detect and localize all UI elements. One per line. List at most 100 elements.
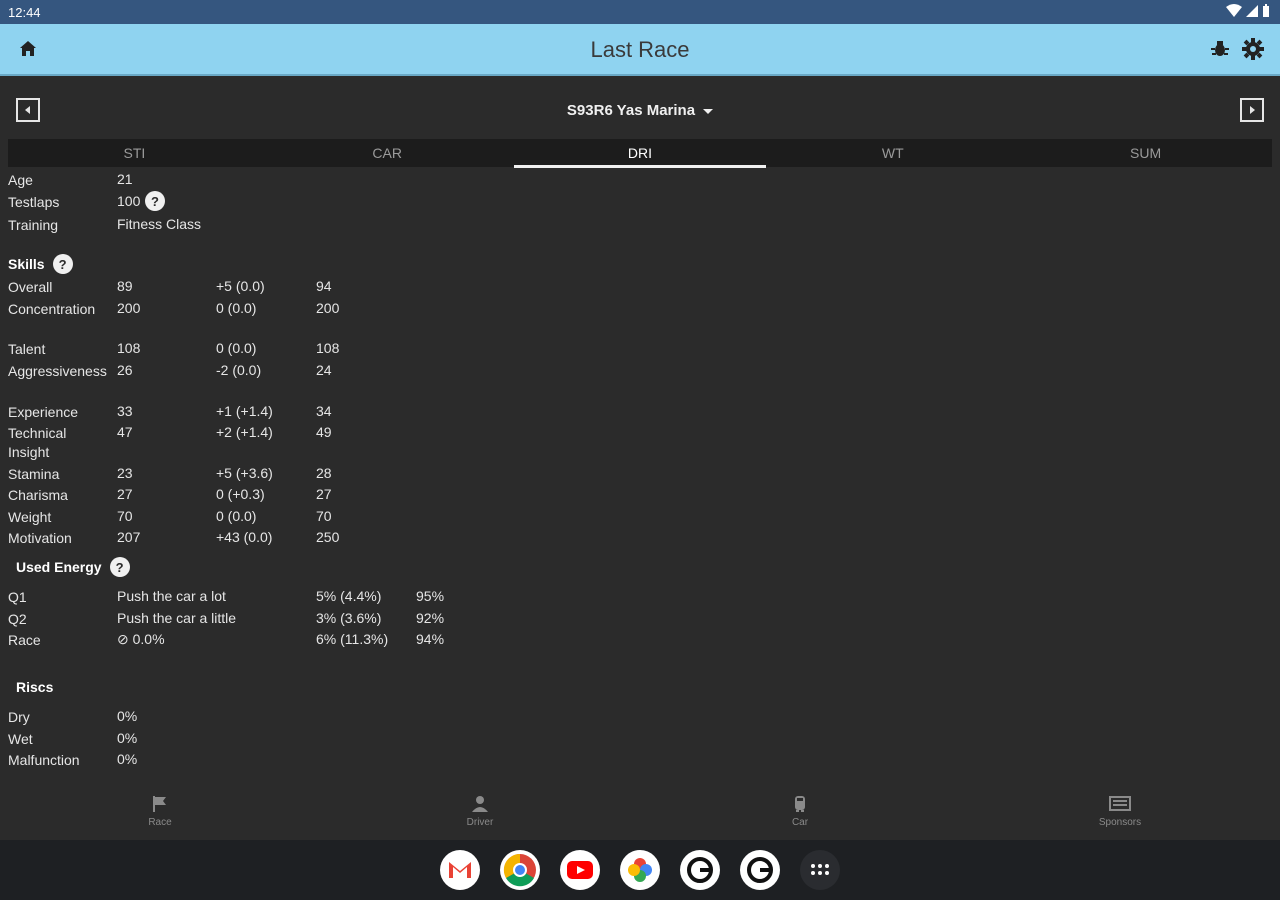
gmail-app-icon[interactable] [440, 850, 480, 890]
tab-bar: STI CAR DRI WT SUM [8, 139, 1272, 168]
nav-driver[interactable]: Driver [440, 794, 520, 828]
energy-mode: Push the car a little [117, 610, 237, 626]
skill-start: 207 [117, 529, 141, 545]
energy-left: 95% [416, 588, 445, 604]
nav-race-label: Race [148, 817, 172, 828]
skill-change: +5 (0.0) [216, 278, 265, 294]
arrow-right-icon [1250, 106, 1255, 114]
risk-label: Wet [8, 731, 33, 747]
energy-help-icon[interactable]: ? [109, 557, 130, 577]
testlaps-help-icon[interactable]: ? [145, 191, 165, 211]
nav-sponsors[interactable]: Sponsors [1080, 794, 1160, 828]
skill-label: Overall [8, 279, 53, 295]
energy-mode: Push the car a lot [117, 588, 226, 604]
skill-start: 33 [117, 403, 133, 419]
skill-change: +1 (+1.4) [216, 403, 273, 419]
app-bar: Last Race [0, 24, 1280, 76]
signal-icon [1246, 5, 1258, 17]
tab-sti[interactable]: STI [8, 139, 261, 167]
skill-end: 200 [316, 300, 340, 316]
skill-end: 27 [316, 486, 332, 502]
nav-race[interactable]: Race [120, 794, 200, 828]
status-time: 12:44 [8, 5, 41, 20]
app-drawer-button[interactable] [800, 850, 840, 890]
bug-icon[interactable] [1210, 39, 1230, 59]
billboard-icon [1109, 796, 1131, 811]
skill-change: 0 (0.0) [216, 508, 257, 524]
energy-label: Race [8, 632, 41, 648]
skill-start: 200 [117, 300, 141, 316]
skill-change: -2 (0.0) [216, 362, 262, 378]
bottom-navigation: Race Driver Car Sponsors [0, 780, 1280, 840]
info-label: Testlaps [8, 194, 60, 210]
risk-value: 0% [117, 708, 138, 724]
energy-label: Q2 [8, 611, 27, 627]
skill-label: Weight [8, 509, 52, 525]
system-dock [0, 840, 1280, 900]
energy-title: Used Energy [16, 559, 102, 575]
tab-car[interactable]: CAR [261, 139, 514, 167]
skill-start: 70 [117, 508, 133, 524]
gear-icon[interactable] [1242, 38, 1264, 60]
person-icon [472, 796, 488, 812]
skills-help-icon[interactable]: ? [52, 254, 73, 274]
game-app-icon-2[interactable] [740, 850, 780, 890]
skill-end: 250 [316, 529, 340, 545]
skill-label: Concentration [8, 301, 96, 317]
skill-start: 89 [117, 278, 133, 294]
skill-label: Stamina [8, 466, 60, 482]
tab-sum[interactable]: SUM [1019, 139, 1272, 167]
skill-end: 49 [316, 424, 332, 440]
skill-label: Technical Insight [8, 425, 67, 460]
game-app-icon[interactable] [680, 850, 720, 890]
skill-end: 24 [316, 362, 332, 378]
race-selector[interactable]: S93R6 Yas Marina [0, 102, 1280, 119]
play-icon [567, 861, 593, 879]
chrome-app-icon[interactable] [500, 850, 540, 890]
info-value: Fitness Class [117, 216, 202, 232]
skill-start: 23 [117, 465, 133, 481]
skill-label: Motivation [8, 530, 72, 546]
pinwheel-icon [628, 858, 652, 882]
mail-icon [449, 862, 471, 878]
skill-label: Talent [8, 341, 46, 357]
flag-icon [153, 796, 166, 812]
skill-start: 47 [117, 424, 133, 440]
skill-change: 0 (0.0) [216, 300, 257, 316]
youtube-app-icon[interactable] [560, 850, 600, 890]
nav-car[interactable]: Car [760, 794, 840, 828]
skill-start: 27 [117, 486, 133, 502]
skills-heading: Skills ? [8, 254, 73, 274]
risk-label: Malfunction [8, 752, 80, 768]
nav-driver-label: Driver [466, 817, 494, 828]
skill-end: 28 [316, 465, 332, 481]
info-label: Age [8, 172, 33, 188]
next-race-button[interactable] [1240, 98, 1264, 122]
tab-wt[interactable]: WT [766, 139, 1019, 167]
photos-app-icon[interactable] [620, 850, 660, 890]
energy-used: 5% (4.4%) [316, 588, 382, 604]
tab-dri[interactable]: DRI [513, 139, 767, 168]
skill-change: +2 (+1.4) [216, 424, 273, 440]
driver-details[interactable]: Age 21 Testlaps 100 ? Training Fitness C… [0, 168, 1280, 776]
skill-change: 0 (+0.3) [216, 486, 265, 502]
page-title: Last Race [590, 37, 690, 62]
app-logo-icon [747, 857, 773, 883]
risk-value: 0% [117, 730, 138, 746]
skill-end: 94 [316, 278, 332, 294]
skill-label: Experience [8, 404, 79, 420]
info-value: 21 [117, 171, 133, 187]
risks-heading: Riscs [16, 679, 53, 695]
nav-car-label: Car [791, 817, 809, 828]
energy-left: 92% [416, 610, 445, 626]
grid-icon [811, 864, 829, 875]
energy-used: 6% (11.3%) [316, 631, 389, 647]
skill-change: +5 (+3.6) [216, 465, 273, 481]
risk-label: Dry [8, 709, 30, 725]
info-label: Training [8, 217, 59, 233]
risks-title: Riscs [16, 679, 54, 695]
wifi-icon [1226, 4, 1242, 17]
skill-change: +43 (0.0) [216, 529, 273, 545]
nav-sponsors-label: Sponsors [1098, 817, 1142, 828]
status-icons [1226, 4, 1270, 18]
